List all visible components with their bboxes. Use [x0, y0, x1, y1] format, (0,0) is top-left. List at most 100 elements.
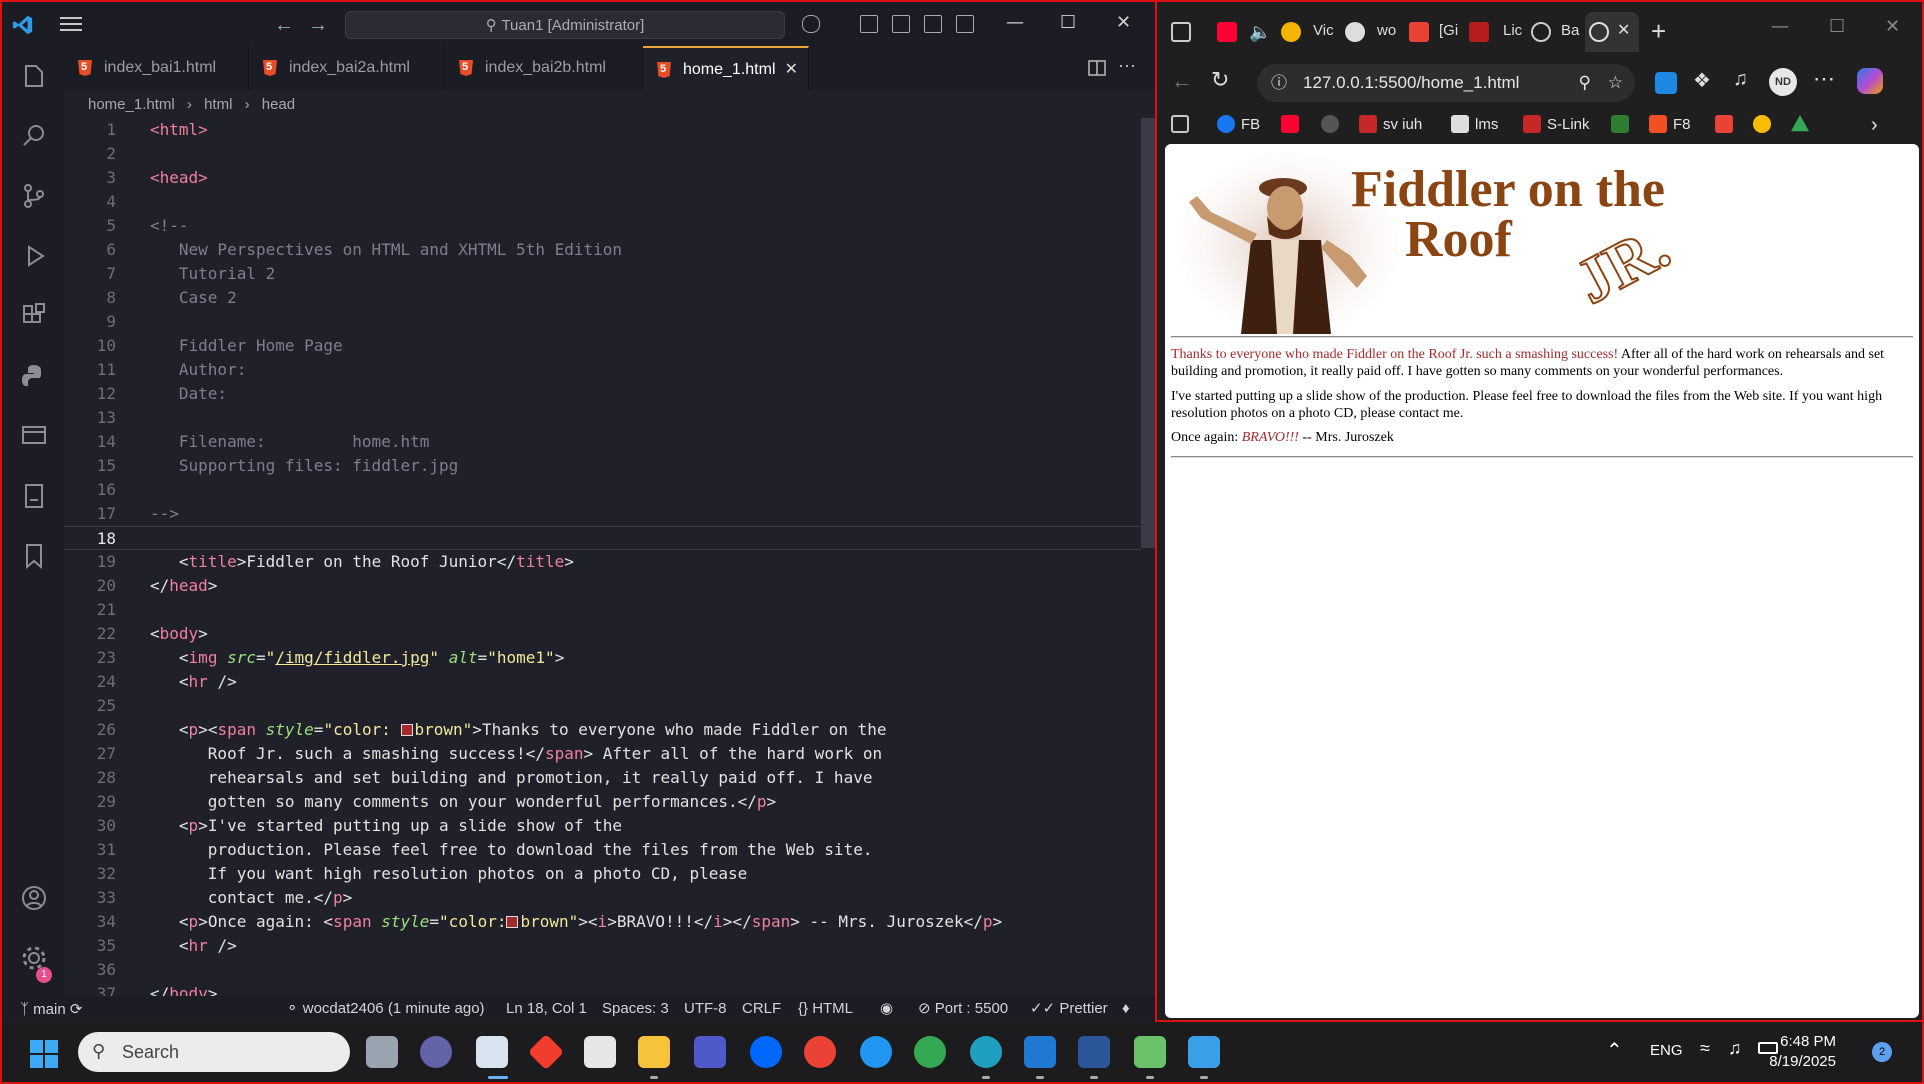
minimize-icon[interactable]: — — [1006, 12, 1024, 33]
back-icon[interactable]: ← — [1171, 68, 1193, 94]
git-commit-status[interactable]: ⚬ wocdat2406 (1 minute ago) — [286, 996, 485, 1022]
tab-label[interactable]: [Gi — [1439, 22, 1458, 39]
chevron-right-icon[interactable]: › — [1871, 114, 1878, 136]
branch-status[interactable]: ᛉ main ⟳ — [20, 996, 82, 1023]
close-icon[interactable]: ✕ — [1885, 16, 1900, 37]
vscode-logo-icon[interactable] — [12, 14, 34, 36]
language-mode[interactable]: {} HTML — [798, 996, 853, 1022]
bookmark-lms[interactable]: lms — [1451, 114, 1498, 136]
favorite-star-icon[interactable]: ☆ — [1608, 64, 1623, 102]
taskbar-search[interactable]: ⚲ Search — [78, 1032, 350, 1072]
notepad-icon[interactable] — [1188, 1036, 1220, 1068]
tab-label[interactable]: wo — [1377, 22, 1396, 39]
close-tab-icon[interactable]: ✕ — [785, 48, 798, 92]
bookmark-f8[interactable]: F8 — [1649, 114, 1691, 136]
extension-j-icon[interactable] — [1655, 72, 1677, 94]
globe-icon[interactable] — [1531, 22, 1551, 42]
breadcrumb-file[interactable]: home_1.html — [88, 96, 175, 113]
python-icon[interactable] — [20, 362, 48, 390]
bookmark-w[interactable] — [1611, 114, 1635, 136]
account-icon[interactable] — [20, 884, 48, 912]
teams-icon[interactable] — [694, 1036, 726, 1068]
toggle-sidebar-icon[interactable] — [892, 15, 910, 33]
tab-home-1[interactable]: home_1.html✕ — [643, 46, 809, 90]
search-icon[interactable] — [20, 122, 48, 150]
minimize-icon[interactable]: — — [1771, 16, 1789, 37]
tab-index-bai1[interactable]: index_bai1.html — [64, 46, 249, 90]
toggle-secondary-sidebar-icon[interactable] — [956, 15, 974, 33]
copilot-icon[interactable] — [802, 15, 820, 33]
cursor-position[interactable]: Ln 18, Col 1 — [506, 996, 587, 1022]
file-explorer-icon[interactable] — [638, 1036, 670, 1068]
more-menu-icon[interactable]: ⋯ — [1813, 66, 1835, 92]
notification-badge[interactable]: 2 — [1872, 1042, 1892, 1062]
indentation[interactable]: Spaces: 3 — [602, 996, 669, 1022]
youtube-icon[interactable] — [1217, 22, 1237, 42]
command-search-input[interactable]: ⚲ Tuan1 [Administrator] — [345, 11, 785, 39]
gmail-icon[interactable] — [1409, 22, 1429, 42]
maximize-icon[interactable]: ☐ — [1829, 16, 1845, 37]
remote-explorer-icon[interactable] — [20, 422, 48, 450]
encoding[interactable]: UTF-8 — [684, 996, 727, 1022]
speaker-icon[interactable]: 🔈 — [1249, 22, 1271, 42]
bookmark-folder-icon[interactable] — [1171, 114, 1195, 136]
new-tab-icon[interactable]: + — [1651, 16, 1666, 47]
bell-icon[interactable]: ♦ — [1122, 996, 1130, 1022]
chrome-icon[interactable] — [804, 1036, 836, 1068]
help-icon[interactable] — [860, 1036, 892, 1068]
editor-scrollbar[interactable] — [1141, 118, 1155, 996]
word-icon[interactable] — [1078, 1036, 1110, 1068]
tab-label[interactable]: Vic — [1313, 22, 1334, 39]
zalo-icon[interactable] — [750, 1036, 782, 1068]
info-icon[interactable]: ⓘ — [1271, 64, 1287, 102]
windows-start-icon[interactable] — [30, 1040, 58, 1068]
live-server-port[interactable]: ⊘ Port : 5500 — [918, 996, 1008, 1022]
profile-avatar[interactable]: ND — [1769, 68, 1797, 96]
chrome-profile-icon[interactable] — [914, 1036, 946, 1068]
vscode-taskbar-icon[interactable] — [1024, 1036, 1056, 1068]
extensions-puzzle-icon[interactable]: ❖ — [1693, 68, 1711, 93]
source-control-icon[interactable] — [20, 182, 48, 210]
bookmark-photos[interactable] — [1753, 114, 1777, 136]
explorer-icon[interactable] — [20, 62, 48, 90]
github-icon[interactable] — [1345, 22, 1365, 42]
bookmark-s-link[interactable]: S-Link — [1523, 114, 1590, 136]
scrollbar-thumb[interactable] — [1141, 118, 1155, 548]
copilot-icon[interactable] — [1857, 68, 1883, 94]
task-view-icon[interactable] — [366, 1036, 398, 1068]
input-language[interactable]: ENG — [1650, 1042, 1683, 1059]
lms-icon[interactable] — [1469, 22, 1489, 42]
bookmark-drive[interactable] — [1791, 114, 1815, 136]
bookmark-gmail[interactable] — [1715, 114, 1739, 136]
bookmark-youtube[interactable] — [1281, 114, 1305, 136]
back-arrow-icon[interactable]: ← — [274, 14, 294, 37]
chat-icon[interactable] — [420, 1036, 452, 1068]
close-tab-icon[interactable]: ✕ — [1617, 20, 1630, 40]
git-gui-icon[interactable] — [1134, 1036, 1166, 1068]
layout-icon[interactable] — [860, 15, 878, 33]
address-bar[interactable]: ⓘ 127.0.0.1:5500/home_1.html ⚲ ☆ — [1257, 64, 1635, 102]
volume-icon[interactable]: ♫ — [1728, 1038, 1742, 1059]
photos-icon[interactable] — [1281, 22, 1301, 42]
bookmark-icon[interactable] — [20, 542, 48, 570]
close-icon[interactable]: ✕ — [1116, 12, 1131, 33]
wifi-icon[interactable]: ≈ — [1700, 1038, 1710, 1059]
media-control-icon[interactable]: ♫ — [1733, 68, 1748, 91]
code-editor[interactable]: 1 <html> 2 3 <head> 4 5 <!-- 6 New Perspect… — [64, 118, 1141, 996]
refresh-icon[interactable]: ↻ — [1211, 68, 1229, 93]
tab-actions-icon[interactable] — [1171, 22, 1191, 42]
bookmark-fb[interactable]: FB — [1217, 114, 1260, 136]
line-ending[interactable]: CRLF — [742, 996, 781, 1022]
split-editor-icon[interactable] — [1088, 59, 1106, 77]
zoom-icon[interactable]: ⚲ — [1579, 64, 1591, 102]
breadcrumb-head[interactable]: head — [262, 96, 295, 113]
bookmark-sv-iuh[interactable]: sv iuh — [1359, 114, 1422, 136]
copilot-status-icon[interactable]: ◉ — [880, 996, 893, 1022]
taskbar-clock[interactable]: 6:48 PM 8/19/2025 — [1769, 1032, 1836, 1072]
chevron-up-icon[interactable]: ⌃ — [1606, 1038, 1623, 1063]
edge-icon[interactable] — [970, 1036, 1002, 1068]
breadcrumb-html[interactable]: html — [204, 96, 232, 113]
color-swatch[interactable] — [506, 916, 519, 928]
app-grid-icon[interactable] — [584, 1036, 616, 1068]
more-actions-icon[interactable]: ⋯ — [1118, 56, 1136, 77]
